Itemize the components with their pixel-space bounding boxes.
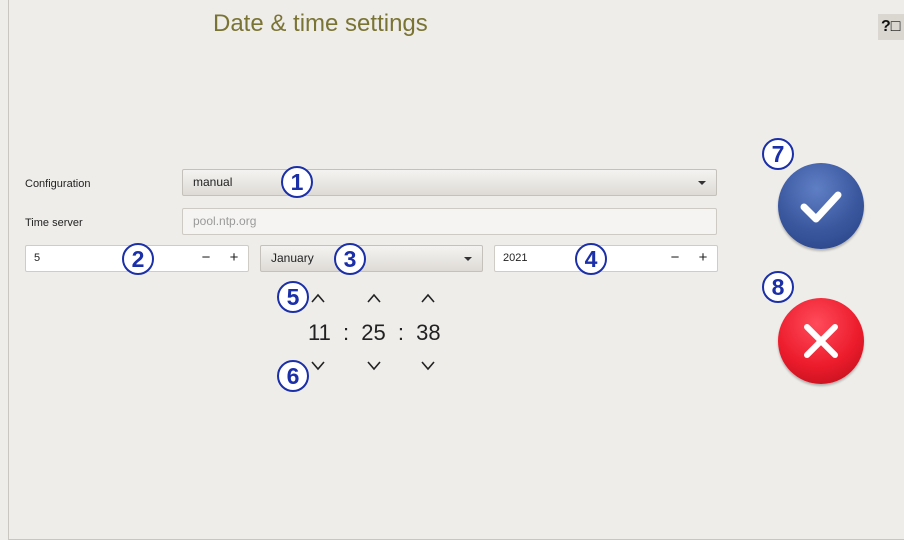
seconds-up-icon[interactable]: [419, 292, 437, 304]
hours-down-icon[interactable]: [309, 360, 327, 372]
help-button[interactable]: ?□: [878, 14, 904, 40]
seconds-value: 38: [416, 320, 441, 345]
checkmark-icon: [800, 191, 842, 223]
close-icon: [804, 324, 838, 358]
callout-6: 6: [277, 360, 309, 392]
configuration-select[interactable]: manual: [182, 169, 717, 196]
page-title: Date & time settings: [213, 10, 428, 37]
chevron-down-icon: [464, 257, 472, 261]
year-decrement-button[interactable]: −: [663, 246, 687, 271]
configuration-value: manual: [193, 175, 233, 189]
configuration-label: Configuration: [25, 178, 91, 190]
seconds-down-icon[interactable]: [419, 360, 437, 372]
callout-2: 2: [122, 243, 154, 275]
cancel-button[interactable]: [778, 298, 864, 384]
minutes-down-icon[interactable]: [365, 360, 383, 372]
callout-7: 7: [762, 138, 794, 170]
hours-up-icon[interactable]: [309, 292, 327, 304]
hours-value: 11: [308, 320, 331, 345]
month-select[interactable]: January: [260, 245, 483, 272]
time-server-label: Time server: [25, 217, 83, 229]
callout-5: 5: [277, 281, 309, 313]
day-increment-button[interactable]: +: [222, 246, 246, 271]
year-increment-button[interactable]: +: [691, 246, 715, 271]
callout-3: 3: [334, 243, 366, 275]
chevron-down-icon: [698, 181, 706, 185]
time-server-input[interactable]: pool.ntp.org: [182, 208, 717, 235]
confirm-button[interactable]: [778, 163, 864, 249]
time-separator: :: [342, 320, 350, 345]
month-value: January: [271, 251, 314, 265]
day-value: 5: [34, 252, 41, 264]
time-separator: :: [397, 320, 404, 345]
callout-1: 1: [281, 166, 313, 198]
window-left-border: [8, 0, 9, 540]
callout-4: 4: [575, 243, 607, 275]
minutes-up-icon[interactable]: [365, 292, 383, 304]
day-decrement-button[interactable]: −: [194, 246, 218, 271]
callout-8: 8: [762, 271, 794, 303]
year-value: 2021: [503, 252, 528, 264]
minutes-value: 25: [361, 320, 386, 345]
time-display: 11 : 25 : 38: [308, 320, 441, 346]
